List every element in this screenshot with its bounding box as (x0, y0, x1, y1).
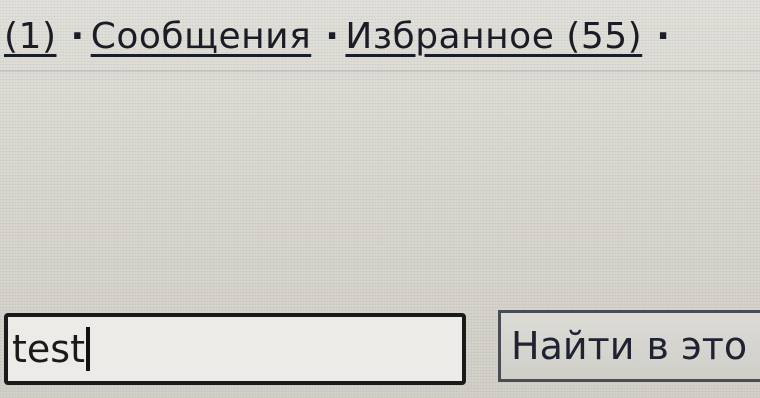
nav-link-partial[interactable]: (1) (4, 16, 57, 57)
search-button-label: Найти в это (511, 324, 748, 368)
section-divider (0, 70, 760, 72)
search-input[interactable]: test (4, 313, 466, 385)
nav-link-messages[interactable]: Сообщения (91, 16, 312, 57)
nav-separator: · (70, 15, 85, 57)
nav-separator: · (656, 15, 671, 57)
nav-separator: · (325, 15, 340, 57)
top-navigation: (1) · Сообщения · Избранное (55) · (0, 6, 760, 66)
browser-screen: (1) · Сообщения · Избранное (55) · test … (0, 0, 760, 398)
nav-link-favorites[interactable]: Избранное (55) (345, 16, 642, 57)
search-here-button[interactable]: Найти в это (498, 310, 760, 382)
text-caret (85, 327, 90, 371)
search-input-value: test (12, 327, 85, 371)
